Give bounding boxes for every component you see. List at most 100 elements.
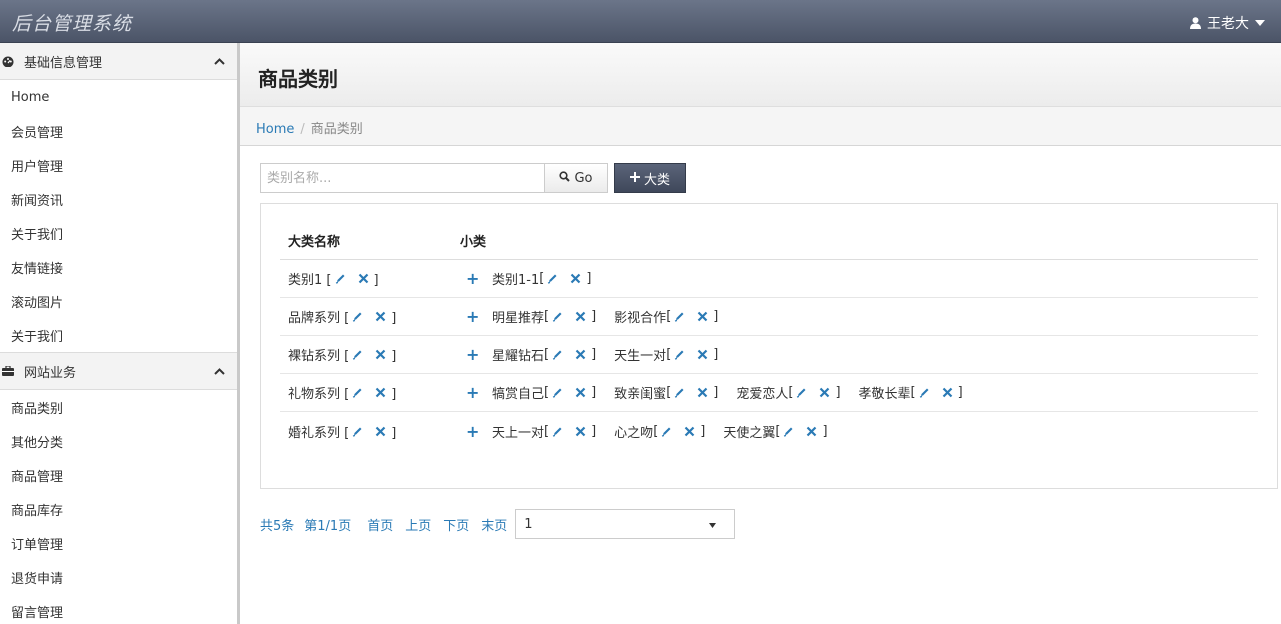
sidebar-item-products[interactable]: 商品管理 [0,458,237,492]
sidebar-group-header-business[interactable]: 网站业务 [0,353,237,390]
sidebar-item-messages[interactable]: 留言管理 [0,594,237,624]
delete-icon[interactable] [375,311,386,322]
sidebar-item-news[interactable]: 新闻资讯 [0,182,237,216]
caret-down-icon [1255,20,1265,26]
edit-icon[interactable] [661,426,672,437]
edit-icon[interactable] [552,349,563,360]
subcategory-name: 天生一对 [614,349,667,364]
pagination-last-link[interactable]: 末页 [481,515,507,534]
delete-icon[interactable] [819,387,830,398]
delete-icon[interactable] [375,349,386,360]
edit-icon[interactable] [547,273,558,284]
delete-icon[interactable] [575,426,586,437]
delete-icon[interactable] [575,349,586,360]
edit-icon[interactable] [552,426,563,437]
sidebar-item-about-2[interactable]: 关于我们 [0,318,237,352]
sidebar-item-carousel[interactable]: 滚动图片 [0,284,237,318]
toolbar: Go 大类 [260,163,686,193]
delete-icon[interactable] [375,426,386,437]
edit-icon[interactable] [352,349,363,360]
breadcrumb-home-link[interactable]: Home [256,122,294,137]
subcategory-name: 星耀钻石 [492,349,545,364]
subcategory-item: 星耀钻石 [] [492,347,597,364]
delete-icon[interactable] [575,311,586,322]
sidebar-item-members[interactable]: 会员管理 [0,114,237,148]
edit-icon[interactable] [352,426,363,437]
delete-icon[interactable] [697,311,708,322]
pagination-prev-link[interactable]: 上页 [405,515,431,534]
delete-icon[interactable] [684,426,695,437]
category-cell: 类别1 [] [288,273,379,288]
edit-icon[interactable] [335,273,346,284]
subcategory-name: 天上一对 [492,425,545,441]
delete-icon[interactable] [375,387,386,398]
delete-icon[interactable] [575,387,586,398]
table-row: 类别1 [] + 类别1-1 [] [280,260,1258,298]
user-icon [1190,17,1201,29]
edit-icon[interactable] [352,387,363,398]
edit-icon[interactable] [552,387,563,398]
add-category-button[interactable]: 大类 [614,163,686,193]
delete-icon[interactable] [806,426,817,437]
category-name: 婚礼系列 [288,425,341,441]
sidebar-item-product-category[interactable]: 商品类别 [0,390,237,424]
edit-icon[interactable] [552,311,563,322]
add-subcategory-icon[interactable]: + [466,422,480,441]
go-button-label: Go [574,170,593,186]
edit-icon[interactable] [674,387,685,398]
subcategory-cell: + 类别1-1 [] [460,269,1258,288]
sidebar-item-returns[interactable]: 退货申请 [0,560,237,594]
edit-icon[interactable] [919,387,930,398]
subcategory-item: 影视合作 [] [614,309,719,326]
subcategory-name: 天使之翼 [723,425,776,441]
edit-icon[interactable] [674,349,685,360]
delete-icon[interactable] [697,387,708,398]
app-title: 后台管理系统 [12,13,133,35]
add-subcategory-icon[interactable]: + [466,345,480,364]
add-subcategory-icon[interactable]: + [466,269,480,288]
sidebar-group-basic: 基础信息管理 Home 会员管理 用户管理 新闻资讯 关于我们 友情链接 滚动图… [0,43,237,353]
edit-icon[interactable] [796,387,807,398]
sidebar-item-orders[interactable]: 订单管理 [0,526,237,560]
chevron-up-icon [214,54,225,69]
delete-icon[interactable] [570,273,581,284]
sidebar-item-users[interactable]: 用户管理 [0,148,237,182]
edit-icon[interactable] [783,426,794,437]
sidebar-item-other-category[interactable]: 其他分类 [0,424,237,458]
table-row: 婚礼系列 [] + 天上一对 [] 心之吻 [] 天使之翼 [] [280,412,1258,450]
edit-icon[interactable] [674,311,685,322]
add-subcategory-icon[interactable]: + [466,307,480,326]
category-cell: 婚礼系列 [] [288,425,397,441]
column-header-category: 大类名称 [288,235,341,250]
dashboard-icon [2,56,16,67]
subcategory-item: 天使之翼 [] [723,423,828,441]
sidebar-item-links[interactable]: 友情链接 [0,250,237,284]
column-header-subcategory: 小类 [460,235,487,250]
subcategory-name: 类别1-1 [492,273,540,288]
pagination-next-link[interactable]: 下页 [443,515,469,534]
delete-icon[interactable] [697,349,708,360]
briefcase-icon [2,366,16,376]
sidebar-item-inventory[interactable]: 商品库存 [0,492,237,526]
caret-down-icon [709,517,717,532]
delete-icon[interactable] [358,273,369,284]
go-button[interactable]: Go [544,163,608,193]
sidebar-group-label: 基础信息管理 [24,55,103,71]
main-content: 商品类别 Home / 商品类别 Go 大类 大类名称 小类 类别1 [] + 类别1-… [240,43,1281,624]
delete-icon[interactable] [942,387,953,398]
user-menu[interactable]: 王老大 [1190,13,1265,33]
subcategory-item: 犒赏自己 [] [492,385,597,402]
edit-icon[interactable] [352,311,363,322]
sidebar-group-header-basic[interactable]: 基础信息管理 [0,43,237,80]
sidebar-item-home[interactable]: Home [0,80,237,114]
sidebar-item-about[interactable]: 关于我们 [0,216,237,250]
add-subcategory-icon[interactable]: + [466,383,480,402]
pagination-first-link[interactable]: 首页 [367,515,393,534]
subcategory-item: 类别1-1 [] [492,271,592,288]
category-search-input[interactable] [260,163,544,193]
page-header: 商品类别 [240,43,1281,107]
subcategory-name: 宠爱恋人 [736,387,789,402]
pagination: 共5条 第1/1页 首页 上页 下页 末页 1 [260,509,736,539]
page-select[interactable]: 1 [515,509,736,539]
subcategory-item: 致亲闺蜜 [] [614,385,719,402]
